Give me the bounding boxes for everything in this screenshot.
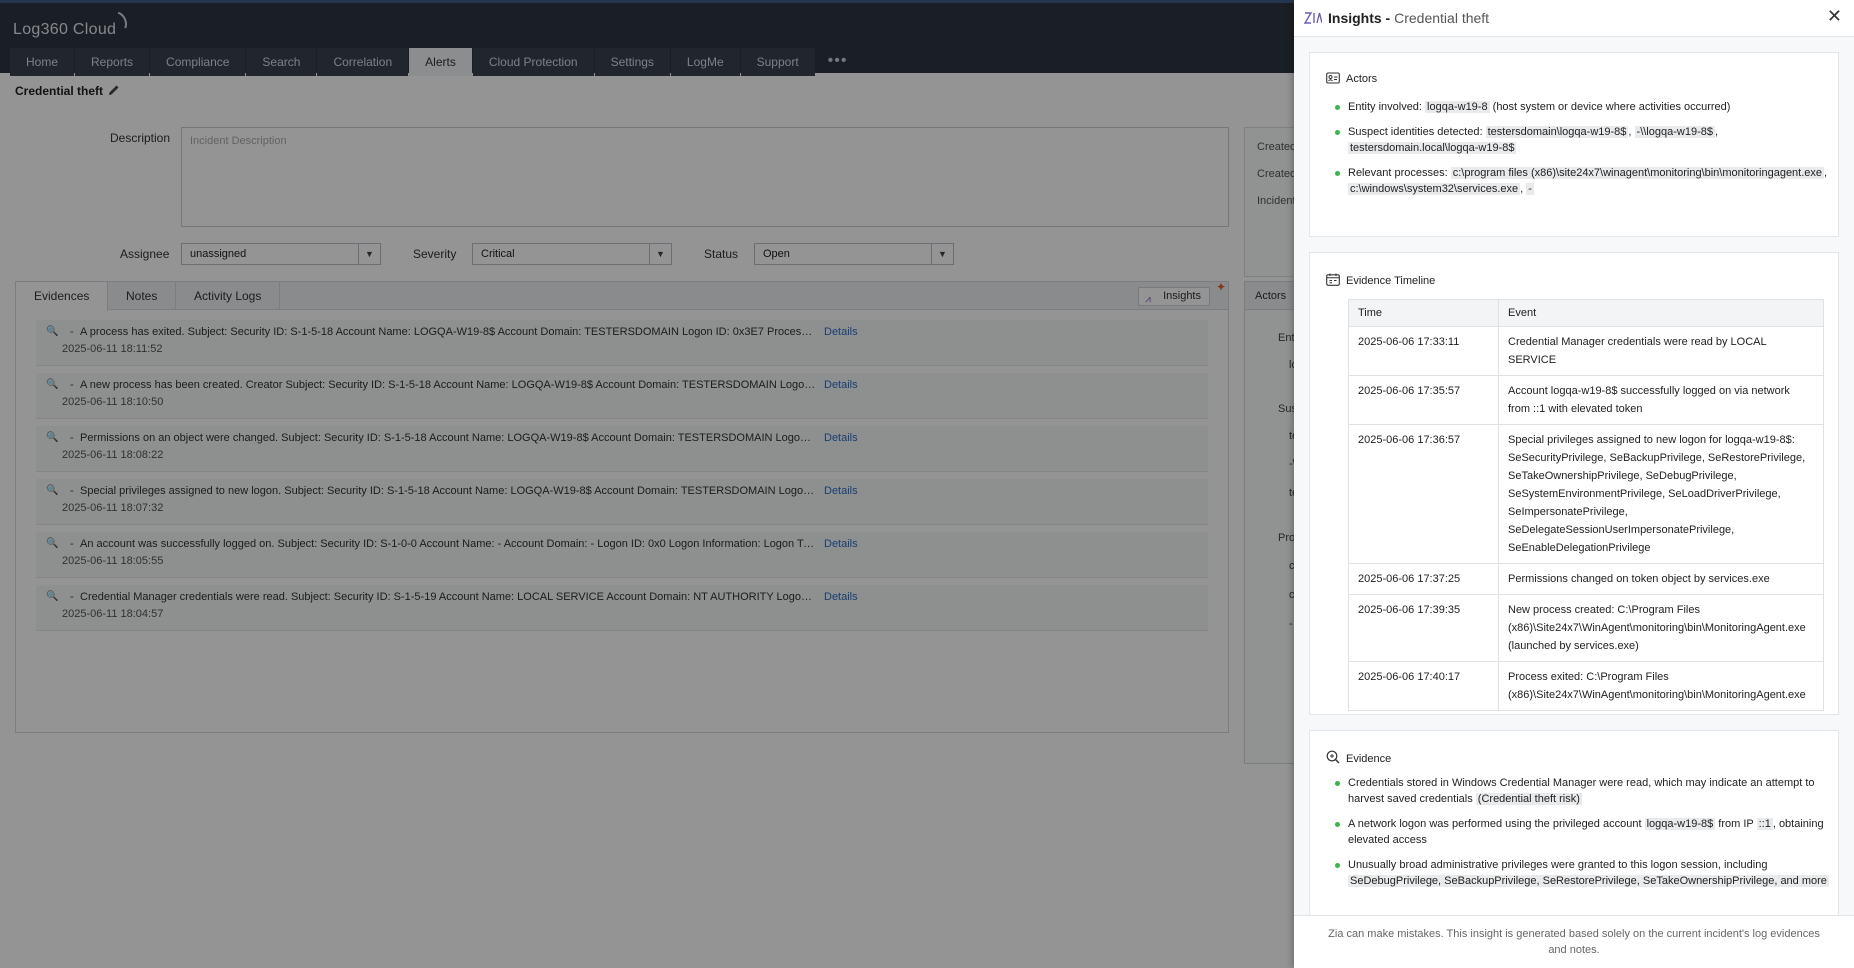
drawer-disclaimer: Zia can make mistakes. This insight is g…	[1294, 915, 1854, 968]
timeline-table: Time Event 2025-06-06 17:33:11 Credential…	[1348, 299, 1824, 711]
actors-card: Actors Entity involved: logqa-w19-8 (hos…	[1309, 52, 1839, 237]
evidence-2-pre: A network logon was performed using the …	[1348, 818, 1645, 830]
drawer-title: Insights - Credential theft	[1328, 10, 1489, 26]
list-item: Credentials stored in Windows Credential…	[1332, 775, 1830, 807]
entity-value: logqa-w19-8	[1425, 101, 1490, 113]
evidence-card: Evidence Credentials stored in Windows C…	[1309, 730, 1839, 915]
timeline-heading-text: Evidence Timeline	[1346, 275, 1436, 287]
table-row: 2025-06-06 17:35:57 Account logqa-w19-8$ …	[1348, 375, 1824, 425]
timeline-event: Process exited: C:\Program Files (x86)\S…	[1498, 661, 1824, 711]
timeline-time: 2025-06-06 17:36:57	[1348, 424, 1499, 564]
timeline-event: Permissions changed on token object by s…	[1498, 563, 1824, 595]
actors-heading-text: Actors	[1346, 73, 1378, 85]
timeline-card: Evidence Timeline Time Event 2025-06-06 …	[1309, 252, 1839, 715]
drawer-title-subject: Credential theft	[1394, 10, 1490, 26]
table-row: 2025-06-06 17:36:57 Special privileges as…	[1348, 424, 1824, 564]
table-row: 2025-06-06 17:33:11 Credential Manager cr…	[1348, 326, 1824, 376]
actors-heading: Actors	[1326, 72, 1377, 85]
evidence-list: Credentials stored in Windows Credential…	[1332, 775, 1830, 898]
entity-label: Entity involved:	[1348, 101, 1426, 113]
column-header-time: Time	[1348, 299, 1499, 327]
column-header-event: Event	[1498, 299, 1824, 327]
drawer-header: Insights - Credential theft ✕	[1294, 0, 1854, 37]
table-header-row: Time Event	[1348, 299, 1824, 327]
timeline-event: Credential Manager credentials were read…	[1498, 326, 1824, 376]
calendar-icon	[1326, 273, 1340, 286]
evidence-2-ip: ::1	[1756, 818, 1773, 830]
table-row: 2025-06-06 17:40:17 Process exited: C:\Pr…	[1348, 661, 1824, 711]
list-item: Unusually broad administrative privilege…	[1332, 857, 1830, 889]
table-row: 2025-06-06 17:37:25 Permissions changed o…	[1348, 563, 1824, 595]
timeline-time: 2025-06-06 17:40:17	[1348, 661, 1499, 711]
list-item: Suspect identities detected: testersdoma…	[1332, 124, 1830, 156]
timeline-event: Special privileges assigned to new logon…	[1498, 424, 1824, 564]
timeline-heading: Evidence Timeline	[1326, 273, 1435, 287]
timeline-event: New process created: C:\Program Files (x…	[1498, 594, 1824, 662]
timeline-time: 2025-06-06 17:33:11	[1348, 326, 1499, 376]
list-item: Entity involved: logqa-w19-8 (host syste…	[1332, 99, 1830, 115]
id-card-icon	[1326, 72, 1340, 84]
evidence-3-pre: Unusually broad administrative privilege…	[1348, 859, 1768, 871]
identities-label: Suspect identities detected:	[1348, 126, 1486, 138]
process-3: -	[1526, 183, 1534, 195]
identity-3: testersdomain.local\logqa-w19-8$	[1348, 142, 1517, 154]
timeline-time: 2025-06-06 17:37:25	[1348, 563, 1499, 595]
drawer-body[interactable]: Actors Entity involved: logqa-w19-8 (hos…	[1294, 37, 1854, 915]
process-2: c:\windows\system32\services.exe	[1348, 183, 1521, 195]
processes-label: Relevant processes:	[1348, 167, 1451, 179]
entity-note: (host system or device where activities …	[1489, 101, 1731, 113]
table-row: 2025-06-06 17:39:35 New process created: …	[1348, 594, 1824, 662]
evidence-1-tag: (Credential theft risk)	[1475, 793, 1582, 805]
actors-list: Entity involved: logqa-w19-8 (host syste…	[1332, 99, 1830, 206]
identity-1: testersdomain\logqa-w19-8$	[1485, 126, 1629, 138]
evidence-heading: Evidence	[1326, 750, 1391, 765]
timeline-event: Account logqa-w19-8$ successfully logged…	[1498, 375, 1824, 425]
zia-icon	[1303, 11, 1323, 25]
evidence-2-mid: from IP	[1715, 818, 1757, 830]
evidence-3-tag: SeDebugPrivilege, SeBackupPrivilege, SeR…	[1348, 875, 1829, 887]
insights-drawer: Insights - Credential theft ✕ Actors Ent…	[1294, 0, 1854, 968]
evidence-2-account: logqa-w19-8$	[1644, 818, 1716, 830]
process-1: c:\program files (x86)\site24x7\winagent…	[1450, 167, 1825, 179]
evidence-heading-text: Evidence	[1346, 753, 1392, 765]
timeline-time: 2025-06-06 17:39:35	[1348, 594, 1499, 662]
drawer-title-prefix: Insights -	[1328, 10, 1395, 26]
list-item: A network logon was performed using the …	[1332, 816, 1830, 848]
close-icon[interactable]: ✕	[1827, 7, 1842, 25]
identity-2: -\\logqa-w19-8$	[1634, 126, 1715, 138]
magnifier-icon	[1326, 750, 1340, 764]
list-item: Relevant processes: c:\program files (x8…	[1332, 165, 1830, 197]
timeline-time: 2025-06-06 17:35:57	[1348, 375, 1499, 425]
